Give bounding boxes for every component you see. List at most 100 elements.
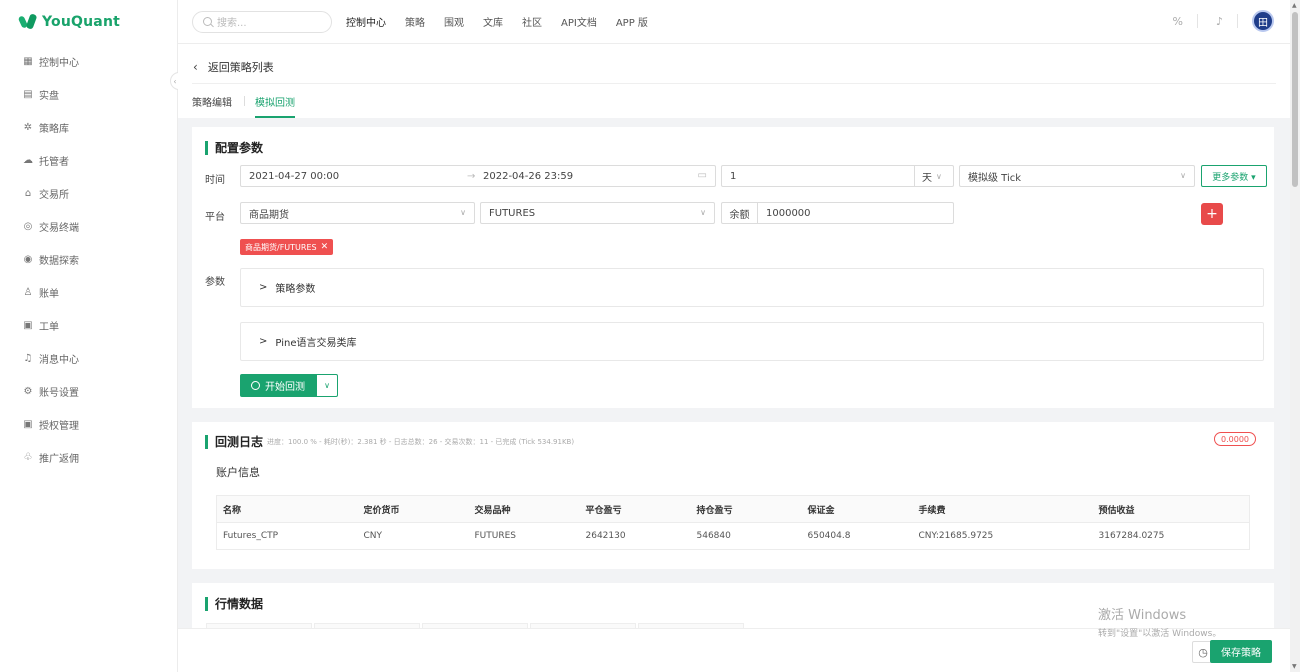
sidebar-item-bill[interactable]: ♙ 账单 [0, 276, 177, 309]
explore-icon: ◉ [23, 254, 33, 265]
exchange-select[interactable]: FUTURES ∨ [480, 202, 715, 224]
time-label: 时间 [205, 175, 225, 186]
tab-strategy-edit[interactable]: 策略编辑 [192, 94, 232, 118]
column-header: 预估收益 [1092, 495, 1250, 523]
top-menu-library[interactable]: 文库 [483, 14, 503, 29]
start-backtest-button[interactable]: 开始回测 [240, 374, 316, 397]
date-range-picker[interactable]: 2021-04-27 00:00 → 2022-04-26 23:59 ▭ [240, 165, 716, 187]
column-header: 名称 [216, 495, 358, 523]
sidebar-item-label: 交易终端 [39, 223, 79, 234]
balance-field[interactable]: 余额 1000000 [721, 202, 954, 224]
platform-tag[interactable]: 商品期货/FUTURES ✕ [240, 239, 334, 255]
table-cell: CNY [357, 522, 469, 550]
more-params-button[interactable]: 更多参数 ▾ [1201, 165, 1267, 187]
chevron-down-icon: ∨ [460, 208, 466, 217]
top-menu-dashboard[interactable]: 控制中心 [346, 14, 386, 29]
title-accent-bar [205, 140, 208, 155]
bank-icon: ⌂ [24, 188, 32, 199]
terminal-icon: ◎ [23, 221, 33, 232]
table-cell: 2642130 [579, 522, 691, 550]
page-scrollbar[interactable]: ▲ ▼ [1290, 0, 1300, 672]
top-menu-api-docs[interactable]: API文档 [561, 14, 597, 29]
log-meta: 进度：100.0 % - 耗时(秒)：2.381 秒 - 日志总数：26 - 交… [267, 437, 575, 446]
scroll-up-icon[interactable]: ▲ [1292, 2, 1297, 9]
search-icon [203, 17, 212, 26]
sidebar-item-label: 工单 [39, 322, 59, 333]
chevron-right-icon: > [259, 336, 268, 347]
search-input[interactable]: 搜索... [192, 10, 332, 33]
sidebar-item-label: 实盘 [39, 91, 59, 102]
bill-icon: ♙ [23, 287, 33, 298]
table-header-row: 名称 定价货币 交易品种 平仓盈亏 持仓盈亏 保证金 手续费 预估收益 [216, 495, 1250, 523]
sidebar-item-strategy-library[interactable]: ✲ 策略库 [0, 111, 177, 144]
top-bar: 搜索... 控制中心 策略 围观 文库 社区 API文档 APP 版 % ♪ 田 [178, 0, 1290, 44]
back-label: 返回策略列表 [207, 61, 274, 74]
top-right-actions: % ♪ 田 [1155, 10, 1274, 32]
save-strategy-button[interactable]: 保存策略 [1210, 640, 1272, 663]
chevron-down-icon: ∨ [936, 171, 942, 181]
divider [244, 96, 245, 106]
backtest-log-card: 回测日志 进度：100.0 % - 耗时(秒)：2.381 秒 - 日志总数：2… [192, 422, 1274, 569]
list-icon: ▤ [23, 89, 33, 100]
content-header: ‹ 返回策略列表 策略编辑 模拟回测 [178, 44, 1290, 118]
scroll-down-icon[interactable]: ▼ [1292, 663, 1297, 670]
gift-icon: ♧ [23, 452, 33, 463]
chevron-left-icon: ‹ [173, 76, 177, 86]
logo[interactable]: YouQuant [0, 0, 177, 44]
period-input[interactable]: 1 天 ∨ [721, 165, 954, 187]
chevron-down-icon: ∨ [1180, 171, 1186, 180]
top-menu-strategy[interactable]: 策略 [405, 14, 425, 29]
gear-icon: ⚙ [23, 386, 33, 397]
sidebar-item-label: 消息中心 [39, 355, 79, 366]
period-unit-select[interactable]: 天 ∨ [914, 166, 954, 186]
column-header: 平仓盈亏 [579, 495, 691, 523]
column-header: 持仓盈亏 [690, 495, 802, 523]
sidebar-item-custodian[interactable]: ☁ 托管者 [0, 144, 177, 177]
sidebar-item-messages[interactable]: ♫ 消息中心 [0, 342, 177, 375]
chevron-down-icon: ∨ [324, 381, 330, 390]
divider [1237, 14, 1238, 28]
plus-icon: + [1206, 206, 1218, 222]
scroll-thumb[interactable] [1292, 12, 1298, 187]
tick-mode-select[interactable]: 模拟级 Tick ∨ [959, 165, 1195, 187]
sidebar-item-label: 账单 [39, 289, 59, 300]
top-menu-square[interactable]: 围观 [444, 14, 464, 29]
bell-icon[interactable]: ♪ [1216, 15, 1223, 28]
play-icon [251, 381, 260, 390]
start-backtest-dropdown[interactable]: ∨ [316, 374, 338, 397]
column-header: 定价货币 [357, 495, 469, 523]
top-menu-community[interactable]: 社区 [522, 14, 542, 29]
avatar[interactable]: 田 [1252, 10, 1274, 32]
add-platform-button[interactable]: + [1201, 203, 1223, 225]
params-label: 参数 [205, 277, 225, 288]
sidebar-item-ticket[interactable]: ▣ 工单 [0, 309, 177, 342]
auth-icon: ▣ [23, 419, 33, 430]
sidebar-item-account-settings[interactable]: ⚙ 账号设置 [0, 375, 177, 408]
sidebar-item-label: 交易所 [39, 190, 69, 201]
tab-backtest[interactable]: 模拟回测 [255, 94, 295, 118]
table-cell: FUTURES [468, 522, 580, 550]
sidebar-item-exchange[interactable]: ⌂ 交易所 [0, 177, 177, 210]
sidebar-item-live[interactable]: ▤ 实盘 [0, 78, 177, 111]
calendar-icon: ▭ [697, 170, 707, 181]
windows-activation-watermark: 激活 Windows 转到"设置"以激活 Windows。 [1098, 608, 1222, 639]
table-cell: Futures_CTP [216, 522, 358, 550]
strategy-params-panel[interactable]: > 策略参数 [240, 268, 1264, 307]
config-card: 配置参数 时间 2021-04-27 00:00 → 2022-04-26 23… [192, 127, 1274, 408]
close-icon[interactable]: ✕ [321, 242, 329, 252]
sidebar-item-terminal[interactable]: ◎ 交易终端 [0, 210, 177, 243]
pine-library-panel[interactable]: > Pine语言交易类库 [240, 322, 1264, 361]
sidebar-item-label: 授权管理 [39, 421, 79, 432]
logo-mark-icon [17, 13, 38, 30]
top-menu-app[interactable]: APP 版 [616, 14, 648, 29]
sidebar-item-data-explore[interactable]: ◉ 数据探索 [0, 243, 177, 276]
cloud-icon: ☁ [23, 155, 33, 166]
discount-icon[interactable]: % [1173, 15, 1183, 28]
sidebar-item-referral[interactable]: ♧ 推广返佣 [0, 441, 177, 474]
sidebar-item-dashboard[interactable]: ▦ 控制中心 [0, 45, 177, 78]
back-to-strategy-list[interactable]: ‹ 返回策略列表 [193, 59, 274, 75]
tabs: 策略编辑 模拟回测 [192, 94, 307, 118]
platform-select[interactable]: 商品期货 ∨ [240, 202, 475, 224]
sidebar-item-authorization[interactable]: ▣ 授权管理 [0, 408, 177, 441]
sidebar-item-label: 控制中心 [39, 58, 79, 69]
